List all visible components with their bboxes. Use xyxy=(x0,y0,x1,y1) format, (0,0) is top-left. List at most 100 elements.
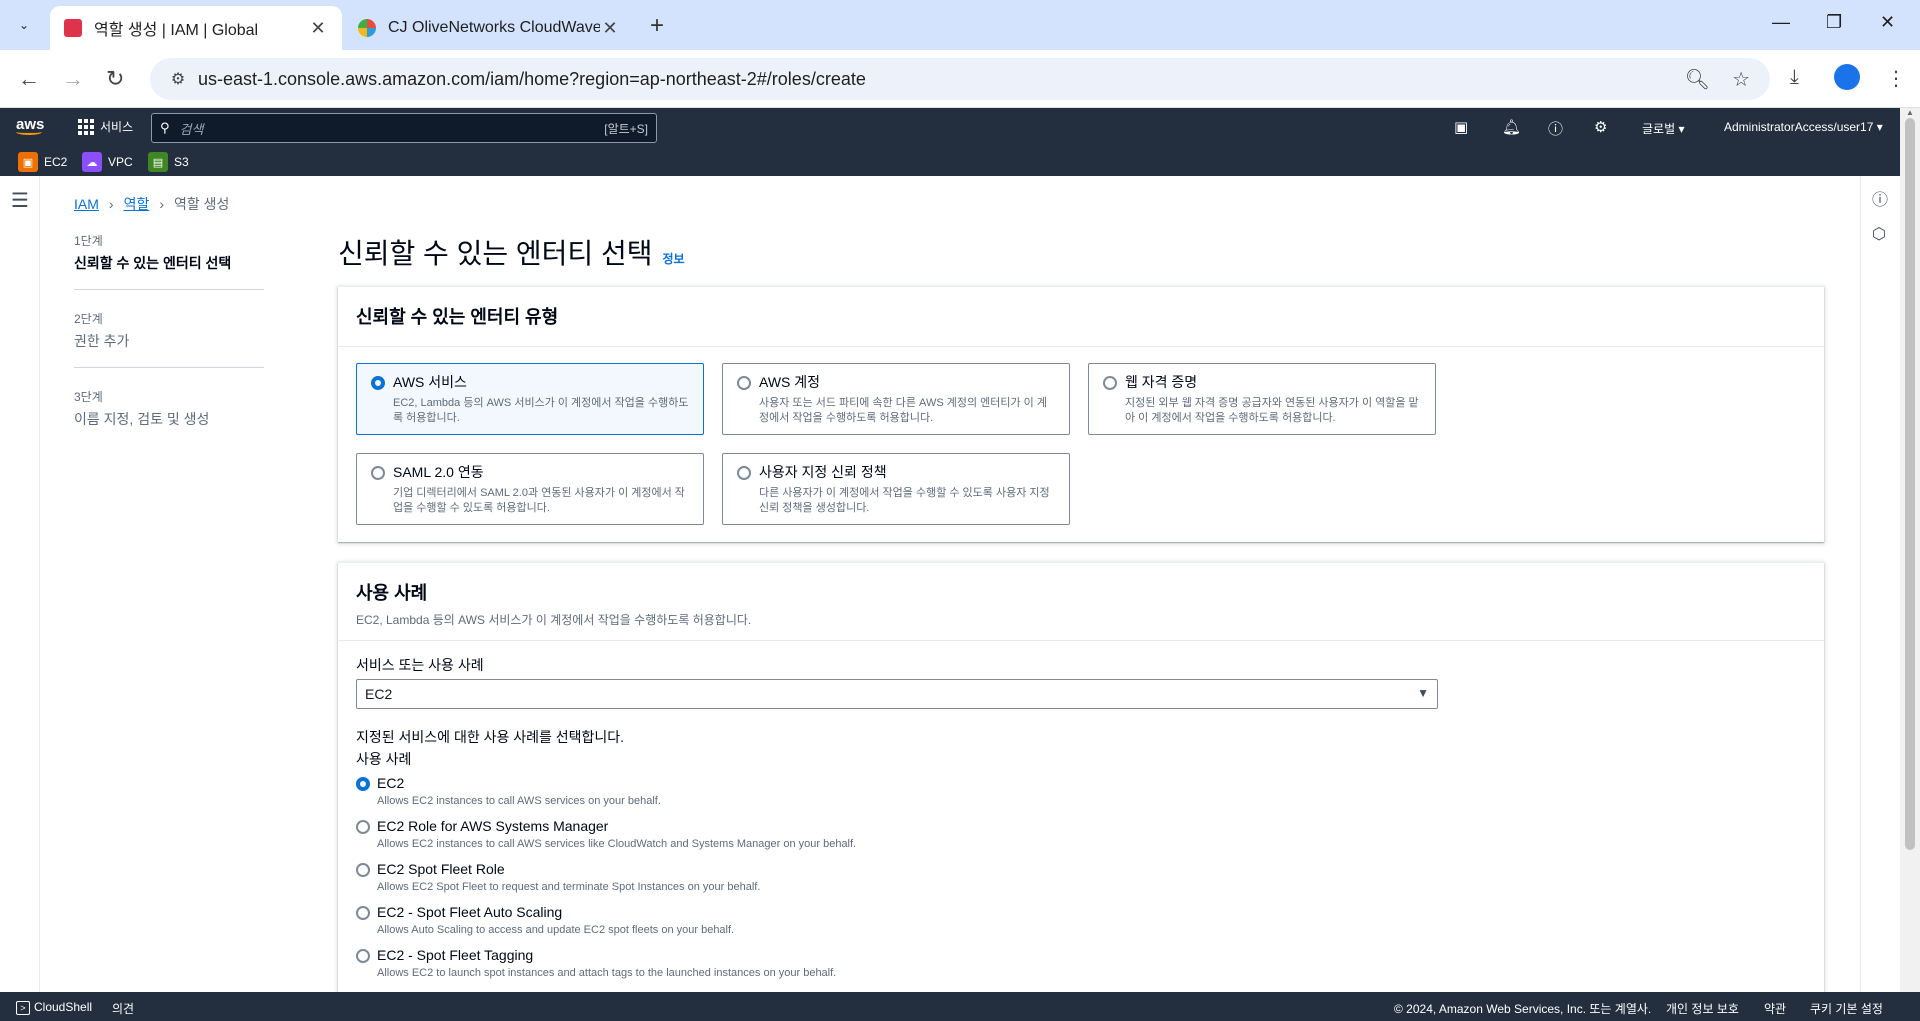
use-case-desc: Allows EC2 to launch spot instances and … xyxy=(377,967,837,979)
wizard-steps: 1단계 신뢰할 수 있는 엔터티 선택 2단계 권한 추가 3단계 이름 지정,… xyxy=(74,232,264,465)
breadcrumb-roles[interactable]: 역할 xyxy=(124,194,150,214)
radio-button[interactable] xyxy=(356,906,370,920)
use-case-spot-fleet-role[interactable]: EC2 Spot Fleet Role Allows EC2 Spot Flee… xyxy=(356,861,760,893)
cloudshell-icon[interactable]: ▣ xyxy=(1454,118,1468,136)
terms-link[interactable]: 약관 xyxy=(1764,1000,1786,1017)
tile-web-identity[interactable]: 웹 자격 증명 지정된 외부 웹 자격 증명 공급자와 연동된 사용자가 이 역… xyxy=(1088,363,1436,435)
service-select[interactable]: EC2 ▼ xyxy=(356,679,1438,709)
forward-arrow-icon[interactable]: → xyxy=(62,66,84,92)
use-case-ec2[interactable]: EC2 Allows EC2 instances to call AWS ser… xyxy=(356,775,661,807)
use-case-panel: 사용 사례 EC2, Lambda 등의 AWS 서비스가 이 계정에서 작업을… xyxy=(338,562,1824,1002)
radio-button[interactable] xyxy=(356,949,370,963)
help-icon[interactable]: ⓘ xyxy=(1548,118,1563,139)
radio-button[interactable] xyxy=(371,376,385,390)
feedback-link[interactable]: 의견 xyxy=(112,1000,134,1017)
region-selector[interactable]: 글로벌 ▾ xyxy=(1642,120,1684,137)
info-panel-icon[interactable]: ⓘ xyxy=(1872,186,1888,210)
search-input[interactable]: ⚲ 검색 [알트+S] xyxy=(151,113,657,143)
tile-title: 웹 자격 증명 xyxy=(1125,374,1198,390)
search-placeholder: 검색 xyxy=(179,121,204,137)
cloudwave-favicon-icon xyxy=(358,19,376,37)
radio-button[interactable] xyxy=(1103,376,1117,390)
chevron-right-icon: › xyxy=(159,196,164,212)
panel-header: 신뢰할 수 있는 엔터티 유형 xyxy=(338,287,1824,347)
step-name: 신뢰할 수 있는 엔터티 선택 xyxy=(74,255,232,271)
account-menu[interactable]: AdministratorAccess/user17 ▾ xyxy=(1724,120,1883,134)
tab-title: CJ OliveNetworks CloudWave xyxy=(388,19,600,36)
caret-down-icon: ▼ xyxy=(1417,686,1429,700)
aws-logo[interactable]: aws xyxy=(16,116,44,135)
download-icon[interactable]: ⤓ xyxy=(1790,66,1799,89)
notifications-bell-icon[interactable]: 🔔︎ xyxy=(1502,118,1521,136)
restore-icon[interactable]: ❐ xyxy=(1826,12,1842,33)
services-menu-button[interactable]: 서비스 xyxy=(78,118,133,135)
breadcrumb-iam[interactable]: IAM xyxy=(74,196,99,212)
omnibox[interactable]: ⚙ us-east-1.console.aws.amazon.com/iam/h… xyxy=(150,58,1770,100)
tab-title: 역할 생성 | IAM | Global xyxy=(94,22,259,39)
use-case-spot-fleet-tagging[interactable]: EC2 - Spot Fleet Tagging Allows EC2 to l… xyxy=(356,947,836,979)
tile-desc: EC2, Lambda 등의 AWS 서비스가 이 계정에서 작업을 수행하도록… xyxy=(393,397,689,424)
favorite-ec2[interactable]: ▣ EC2 xyxy=(18,152,67,172)
tile-aws-account[interactable]: AWS 계정 사용자 또는 서드 파티에 속한 다른 AWS 계정의 엔터티가 … xyxy=(722,363,1070,435)
step-name: 이름 지정, 검토 및 생성 xyxy=(74,411,210,427)
ec2-icon: ▣ xyxy=(18,152,38,172)
tab-search-chevron-icon[interactable]: ⌄ xyxy=(10,11,38,39)
page-scrollbar[interactable]: ▲ xyxy=(1900,108,1920,992)
window-close-icon[interactable]: ✕ xyxy=(1880,12,1895,33)
browser-menu-icon[interactable]: ⋮ xyxy=(1886,66,1906,91)
breadcrumb: IAM › 역할 › 역할 생성 xyxy=(74,194,229,214)
tile-title: AWS 서비스 xyxy=(393,374,467,390)
favorites-bar: ▣ EC2 ☁ VPC ▤ S3 xyxy=(0,148,1900,176)
radio-button[interactable] xyxy=(737,466,751,480)
tile-title: SAML 2.0 연동 xyxy=(393,464,484,480)
back-arrow-icon[interactable]: ← xyxy=(18,66,40,92)
tile-desc: 다른 사용자가 이 계정에서 작업을 수행할 수 있도록 사용자 지정 신뢰 정… xyxy=(759,487,1050,514)
cookie-preferences-link[interactable]: 쿠키 기본 설정 xyxy=(1810,1000,1883,1017)
radio-button[interactable] xyxy=(371,466,385,480)
terminal-icon: > xyxy=(16,1000,30,1015)
radio-button[interactable] xyxy=(737,376,751,390)
step-number: 3단계 xyxy=(74,390,103,404)
bookmark-star-icon[interactable]: ☆ xyxy=(1732,67,1750,92)
zoom-icon[interactable]: 🔍︎ xyxy=(1685,67,1710,92)
browser-tab-inactive[interactable]: CJ OliveNetworks CloudWave ✕ xyxy=(344,6,634,50)
minimize-icon[interactable]: — xyxy=(1772,12,1790,33)
panel-subtitle: EC2, Lambda 등의 AWS 서비스가 이 계정에서 작업을 수행하도록… xyxy=(356,613,752,627)
wizard-step-1: 1단계 신뢰할 수 있는 엔터티 선택 xyxy=(74,232,264,290)
tab-close-icon[interactable]: ✕ xyxy=(600,18,620,39)
new-tab-plus-icon[interactable]: + xyxy=(650,12,664,40)
favorite-vpc[interactable]: ☁ VPC xyxy=(82,152,133,172)
use-case-desc: Allows EC2 Spot Fleet to request and ter… xyxy=(377,881,761,893)
use-case-desc: Allows Auto Scaling to access and update… xyxy=(377,924,735,936)
step-number: 2단계 xyxy=(74,312,103,326)
browser-tab-active[interactable]: 역할 생성 | IAM | Global ✕ xyxy=(50,6,342,50)
settings-gear-icon[interactable]: ⚙ xyxy=(1594,118,1607,136)
info-link[interactable]: 정보 xyxy=(662,250,684,267)
privacy-link[interactable]: 개인 정보 보호 xyxy=(1666,1000,1739,1017)
profile-avatar-icon[interactable] xyxy=(1834,64,1860,96)
reload-icon[interactable]: ↻ xyxy=(106,66,124,92)
use-case-ec2-ssm[interactable]: EC2 Role for AWS Systems Manager Allows … xyxy=(356,818,856,850)
service-select-value: EC2 xyxy=(365,686,393,702)
scrollbar-thumb[interactable] xyxy=(1905,118,1915,850)
radio-button[interactable] xyxy=(356,820,370,834)
favorite-s3[interactable]: ▤ S3 xyxy=(148,152,189,172)
radio-button[interactable] xyxy=(356,777,370,791)
cloudshell-button[interactable]: > CloudShell xyxy=(16,1000,92,1015)
panel-title: 사용 사례 xyxy=(356,583,428,603)
tab-close-icon[interactable]: ✕ xyxy=(308,18,328,39)
hamburger-menu-icon[interactable]: ☰ xyxy=(11,188,29,213)
site-info-icon[interactable]: ⚙ xyxy=(158,69,198,89)
tile-title: AWS 계정 xyxy=(759,374,821,390)
tile-desc: 기업 디렉터리에서 SAML 2.0과 연동된 사용자가 이 계정에서 작업을 … xyxy=(393,487,685,514)
s3-icon: ▤ xyxy=(148,152,168,172)
url-text[interactable]: us-east-1.console.aws.amazon.com/iam/hom… xyxy=(198,69,1685,90)
tile-aws-service[interactable]: AWS 서비스 EC2, Lambda 등의 AWS 서비스가 이 계정에서 작… xyxy=(356,363,704,435)
radio-button[interactable] xyxy=(356,863,370,877)
use-case-spot-fleet-auto-scaling[interactable]: EC2 - Spot Fleet Auto Scaling Allows Aut… xyxy=(356,904,734,936)
tile-saml-federation[interactable]: SAML 2.0 연동 기업 디렉터리에서 SAML 2.0과 연동된 사용자가… xyxy=(356,453,704,525)
page-title: 신뢰할 수 있는 엔터티 선택 정보 xyxy=(338,232,685,272)
tile-custom-trust-policy[interactable]: 사용자 지정 신뢰 정책 다른 사용자가 이 계정에서 작업을 수행할 수 있도… xyxy=(722,453,1070,525)
scroll-up-arrow-icon[interactable]: ▲ xyxy=(1906,108,1914,117)
hexagon-icon[interactable]: ⬡ xyxy=(1872,224,1886,244)
